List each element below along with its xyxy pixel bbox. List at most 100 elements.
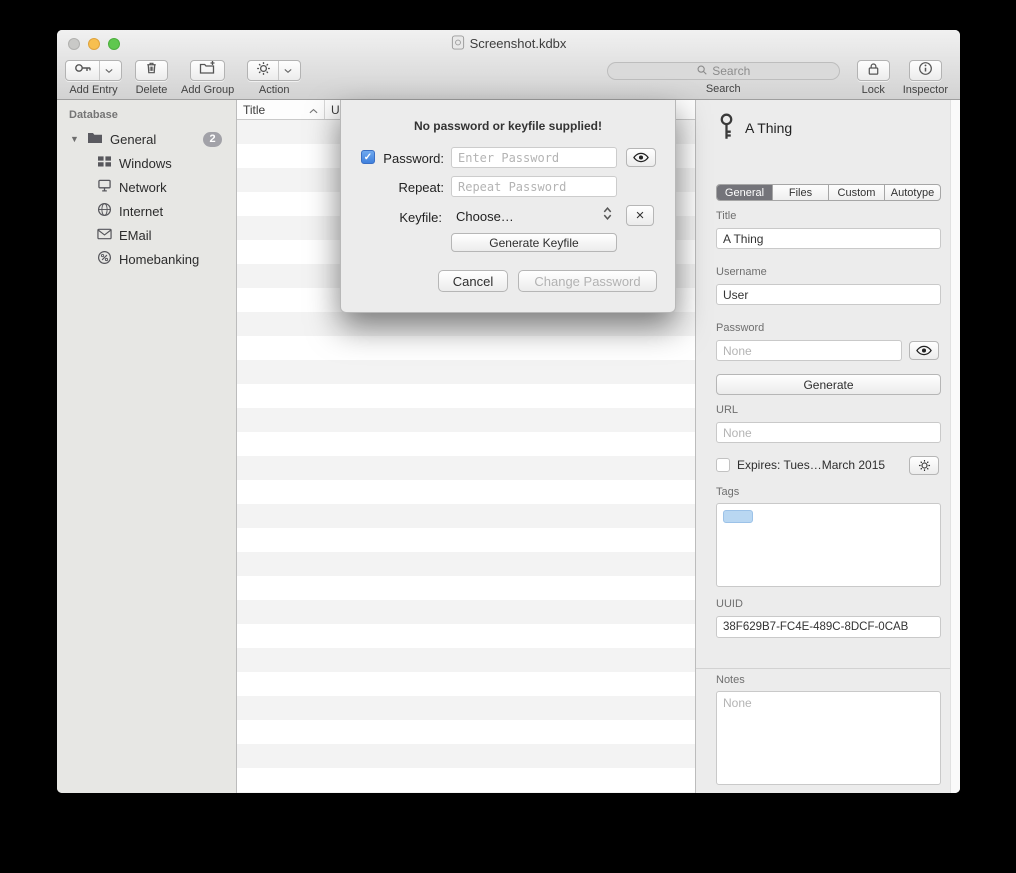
tab-custom[interactable]: Custom — [829, 185, 885, 200]
entry-header: A Thing — [718, 112, 792, 144]
add-entry-dropdown[interactable] — [99, 61, 113, 80]
sidebar-item-network[interactable]: Network — [57, 175, 236, 199]
inspector-panel: A Thing General Files Custom Autotype Ti… — [695, 100, 960, 793]
title-field-label: Title — [716, 210, 736, 222]
inspector-button[interactable] — [909, 60, 942, 81]
lock-button[interactable] — [857, 60, 890, 81]
percent-icon — [97, 250, 112, 268]
keyfile-label: Keyfile: — [377, 210, 442, 225]
delete-label: Delete — [136, 84, 168, 96]
entry-title: A Thing — [745, 120, 792, 136]
tags-field[interactable] — [716, 503, 941, 587]
traffic-lights — [68, 38, 120, 50]
password-label: Password: — [377, 151, 444, 166]
globe-icon — [97, 202, 112, 220]
clear-keyfile-button[interactable]: × — [626, 205, 654, 226]
titlebar: Screenshot.kdbx — [57, 30, 960, 57]
toolbar-item-add-group: Add Group — [181, 60, 234, 96]
generate-keyfile-button[interactable]: Generate Keyfile — [451, 233, 617, 252]
inspector-scrollbar[interactable] — [950, 100, 960, 793]
change-password-button[interactable]: Change Password — [518, 270, 657, 292]
column-title-label: Title — [243, 103, 265, 117]
uuid-field[interactable] — [716, 616, 941, 638]
toolbar: Add Entry Delete Add Group Action — [57, 57, 960, 100]
generate-password-button[interactable]: Generate — [716, 374, 941, 395]
folder-plus-icon — [199, 60, 216, 81]
toolbar-item-add-entry: Add Entry — [65, 60, 122, 96]
reveal-password-button[interactable] — [626, 148, 656, 167]
zoom-button[interactable] — [108, 38, 120, 50]
expires-row: Expires: Tues…March 2015 — [716, 458, 885, 472]
popup-stepper-icon[interactable] — [603, 206, 612, 226]
sidebar-item-windows[interactable]: Windows — [57, 151, 236, 175]
expires-label: Expires: Tues…March 2015 — [737, 458, 885, 472]
tab-autotype[interactable]: Autotype — [885, 185, 940, 200]
disclosure-triangle-icon[interactable]: ▼ — [69, 134, 80, 144]
sidebar-item-label: Internet — [119, 204, 163, 219]
password-sheet: No password or keyfile supplied! Passwor… — [340, 100, 676, 313]
minimize-button[interactable] — [88, 38, 100, 50]
entry-count-badge: 2 — [203, 132, 222, 147]
sidebar-item-label: Homebanking — [119, 252, 199, 267]
toolbar-item-lock: Lock — [857, 60, 890, 96]
search-input[interactable]: Search — [607, 62, 840, 80]
window-title: Screenshot.kdbx — [470, 36, 567, 51]
folder-icon — [87, 131, 103, 147]
uuid-label: UUID — [716, 598, 743, 610]
repeat-label: Repeat: — [377, 180, 444, 195]
toolbar-item-search: Search Search — [607, 60, 840, 95]
sidebar-item-label: General — [110, 132, 156, 147]
sidebar-section-header: Database — [57, 100, 236, 127]
username-field[interactable] — [716, 284, 941, 305]
toolbar-item-action: Action — [247, 60, 301, 96]
tab-files[interactable]: Files — [773, 185, 829, 200]
keyfile-popup[interactable]: Choose… — [456, 209, 514, 224]
delete-button[interactable] — [135, 60, 168, 81]
notes-field[interactable] — [716, 691, 941, 785]
add-entry-button[interactable] — [65, 60, 122, 81]
sidebar-item-internet[interactable]: Internet — [57, 199, 236, 223]
sidebar-item-label: EMail — [119, 228, 152, 243]
username-field-label: Username — [716, 266, 767, 278]
add-entry-label: Add Entry — [69, 84, 117, 96]
sidebar-item-label: Network — [119, 180, 167, 195]
column-header-title[interactable]: Title — [237, 100, 325, 119]
search-icon — [696, 64, 708, 79]
expires-settings-button[interactable] — [909, 456, 939, 475]
sidebar-item-homebanking[interactable]: Homebanking — [57, 247, 236, 271]
tag-token[interactable] — [723, 510, 753, 523]
inspector-tabs: General Files Custom Autotype — [716, 184, 941, 201]
search-label: Search — [706, 83, 741, 95]
sidebar-item-label: Windows — [119, 156, 172, 171]
reveal-password-button[interactable] — [909, 341, 939, 360]
sidebar-item-email[interactable]: EMail — [57, 223, 236, 247]
url-field[interactable] — [716, 422, 941, 443]
password-checkbox[interactable] — [361, 150, 375, 164]
lock-icon — [866, 61, 881, 81]
sort-ascending-icon — [309, 103, 318, 117]
close-button[interactable] — [68, 38, 80, 50]
add-group-button[interactable] — [190, 60, 225, 81]
expires-checkbox[interactable] — [716, 458, 730, 472]
toolbar-item-delete: Delete — [135, 60, 168, 96]
action-label: Action — [259, 84, 290, 96]
gear-icon — [256, 61, 271, 81]
tab-general[interactable]: General — [717, 185, 773, 200]
password-field[interactable] — [716, 340, 902, 361]
envelope-icon — [97, 228, 112, 243]
repeat-password-input[interactable] — [451, 176, 617, 197]
tags-label: Tags — [716, 486, 739, 498]
inspector-label: Inspector — [903, 84, 948, 96]
action-button[interactable] — [247, 60, 301, 81]
window-chrome: Screenshot.kdbx Add Entry Delete — [57, 30, 960, 100]
sidebar: Database ▼ General 2 Windows Network Int… — [57, 100, 237, 793]
key-icon — [718, 112, 735, 144]
password-input[interactable] — [451, 147, 617, 168]
search-placeholder: Search — [712, 64, 750, 78]
action-dropdown[interactable] — [278, 61, 292, 80]
cancel-button[interactable]: Cancel — [438, 270, 508, 292]
column-username-label: U — [331, 103, 340, 117]
sidebar-item-general[interactable]: ▼ General 2 — [57, 127, 236, 151]
title-field[interactable] — [716, 228, 941, 249]
window-title-group: Screenshot.kdbx — [451, 35, 567, 53]
